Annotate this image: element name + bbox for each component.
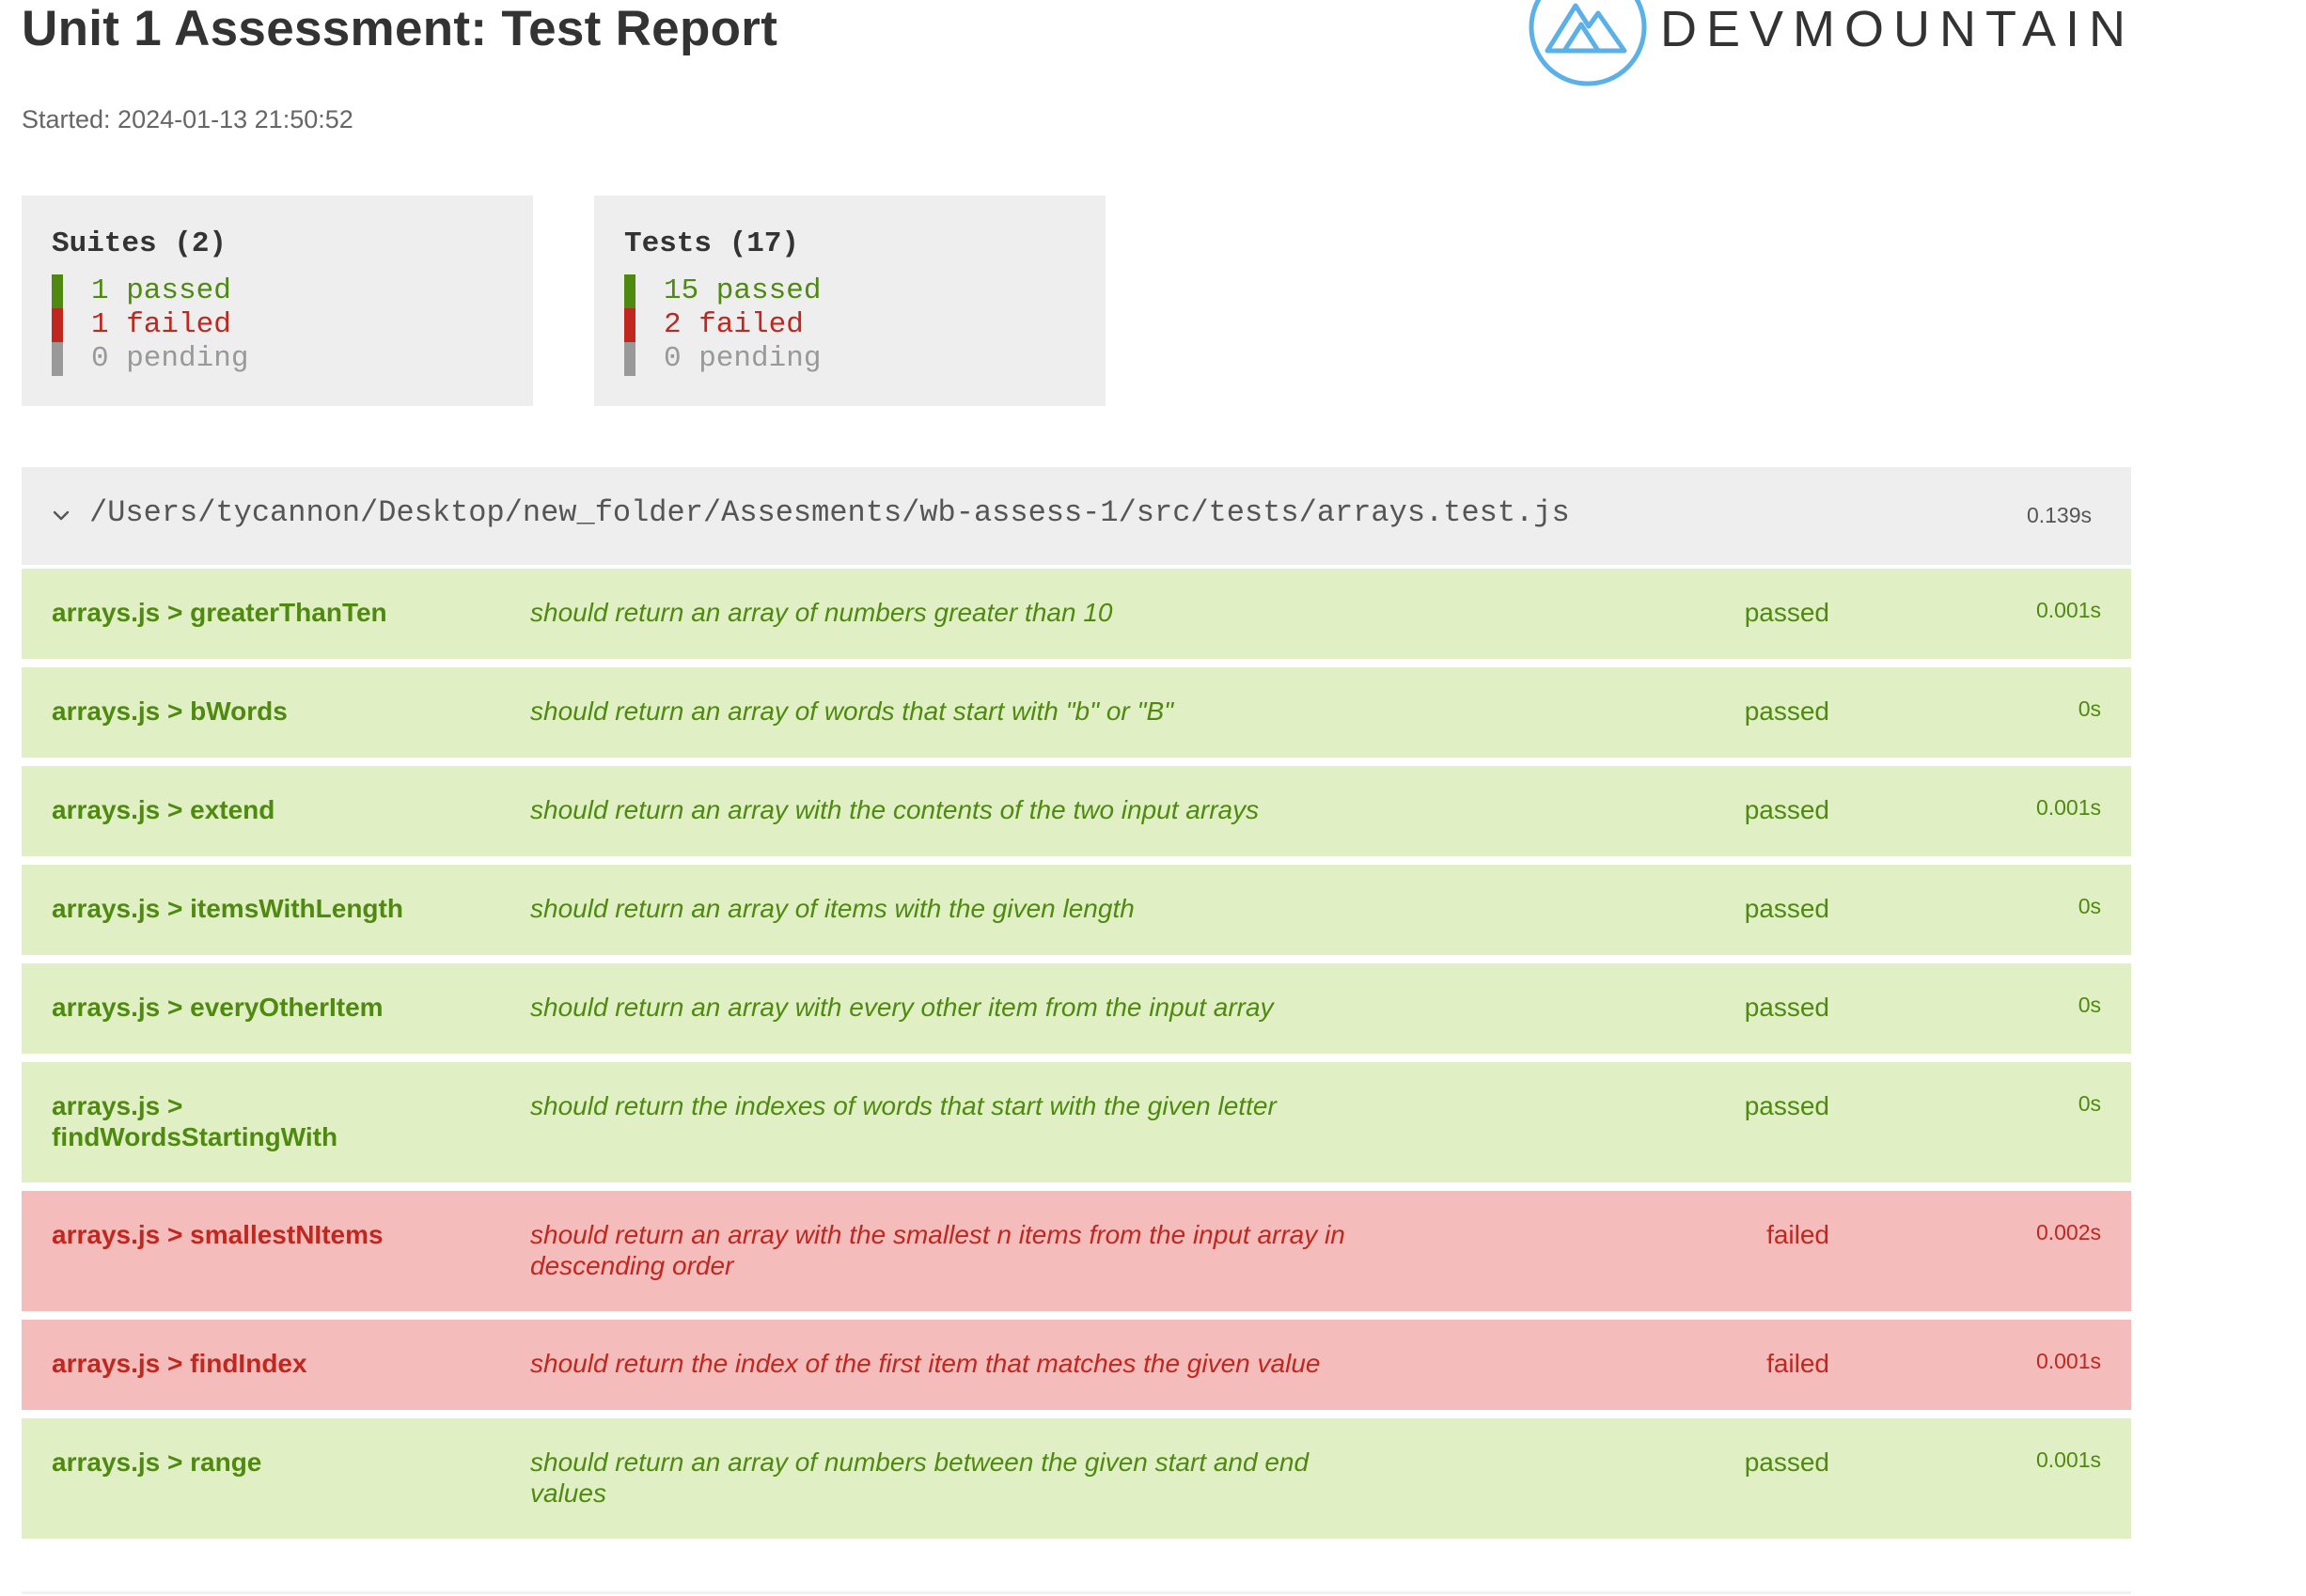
test-status: passed [1744,993,1829,1022]
test-name: arrays.js > greaterThanTen [52,598,387,627]
tests-passed-count: 15 passed [624,274,821,308]
test-status: passed [1744,1447,1829,1477]
tests-summary: Tests (17) 15 passed 2 failed 0 pending [594,196,1106,406]
page-title: Unit 1 Assessment: Test Report [22,1,778,56]
test-name: arrays.js > findWordsStartingWith [52,1091,338,1151]
chevron-down-icon[interactable] [50,505,72,527]
test-name: arrays.js > bWords [52,696,288,726]
test-name: arrays.js > findIndex [52,1349,307,1378]
test-duration: 0.001s [2035,598,2101,622]
divider [22,1591,2131,1594]
test-description: should return an array with the contents… [530,795,1260,824]
test-duration: 0.001s [2035,795,2101,820]
test-description: should return the indexes of words that … [530,1091,1277,1120]
test-duration: 0.002s [2035,1220,2101,1244]
test-result-row: arrays.js > range should return an array… [22,1418,2131,1539]
started-timestamp: Started: 2024-01-13 21:50:52 [22,105,353,133]
test-result-row: arrays.js > findIndex should return the … [22,1320,2131,1410]
test-result-row: arrays.js > bWords should return an arra… [22,667,2131,758]
test-result-row: arrays.js > extend should return an arra… [22,766,2131,856]
tests-pending-count: 0 pending [624,342,821,376]
suite-duration: 0.139s [2026,503,2092,527]
suite-header[interactable]: /Users/tycannon/Desktop/new_folder/Asses… [22,467,2131,565]
test-description: should return an array with the smallest… [530,1220,1345,1280]
suites-pending-count: 0 pending [52,342,248,376]
test-status: passed [1744,1091,1829,1120]
test-name: arrays.js > smallestNItems [52,1220,384,1249]
test-duration: 0s [2078,894,2101,918]
suites-failed-count: 1 failed [52,308,231,342]
test-description: should return the index of the first ite… [530,1349,1321,1378]
test-name: arrays.js > range [52,1447,262,1477]
test-result-row: arrays.js > findWordsStartingWith should… [22,1062,2131,1182]
test-description: should return an array of numbers betwee… [530,1447,1310,1508]
test-status: passed [1744,598,1829,627]
tests-summary-title: Tests (17) [624,227,800,260]
test-status: passed [1744,894,1829,923]
test-duration: 0s [2078,1091,2101,1116]
test-status: passed [1744,795,1829,824]
test-result-row: arrays.js > itemsWithLength should retur… [22,865,2131,955]
suites-summary: Suites (2) 1 passed 1 failed 0 pending [22,196,533,406]
test-duration: 0s [2078,696,2101,721]
test-name: arrays.js > extend [52,795,275,824]
test-status: failed [1766,1220,1829,1249]
mountain-logo-icon [1529,0,1647,86]
test-duration: 0.001s [2035,1447,2101,1472]
test-duration: 0s [2078,993,2101,1017]
logo-wordmark: DEVMOUNTAIN [1660,1,2136,57]
test-description: should return an array with every other … [530,993,1274,1022]
test-status: failed [1766,1349,1829,1378]
test-result-row: arrays.js > everyOtherItem should return… [22,963,2131,1054]
suites-summary-title: Suites (2) [52,227,227,260]
test-result-row: arrays.js > greaterThanTen should return… [22,569,2131,659]
test-duration: 0.001s [2035,1349,2101,1373]
test-result-row: arrays.js > smallestNItems should return… [22,1191,2131,1311]
test-description: should return an array of items with the… [530,894,1135,923]
test-name: arrays.js > itemsWithLength [52,894,403,923]
tests-failed-count: 2 failed [624,308,804,342]
test-description: should return an array of words that sta… [530,696,1174,726]
test-name: arrays.js > everyOtherItem [52,993,384,1022]
suite-file-path: /Users/tycannon/Desktop/new_folder/Asses… [89,495,1570,530]
test-description: should return an array of numbers greate… [530,598,1113,627]
test-status: passed [1744,696,1829,726]
suites-passed-count: 1 passed [52,274,231,308]
